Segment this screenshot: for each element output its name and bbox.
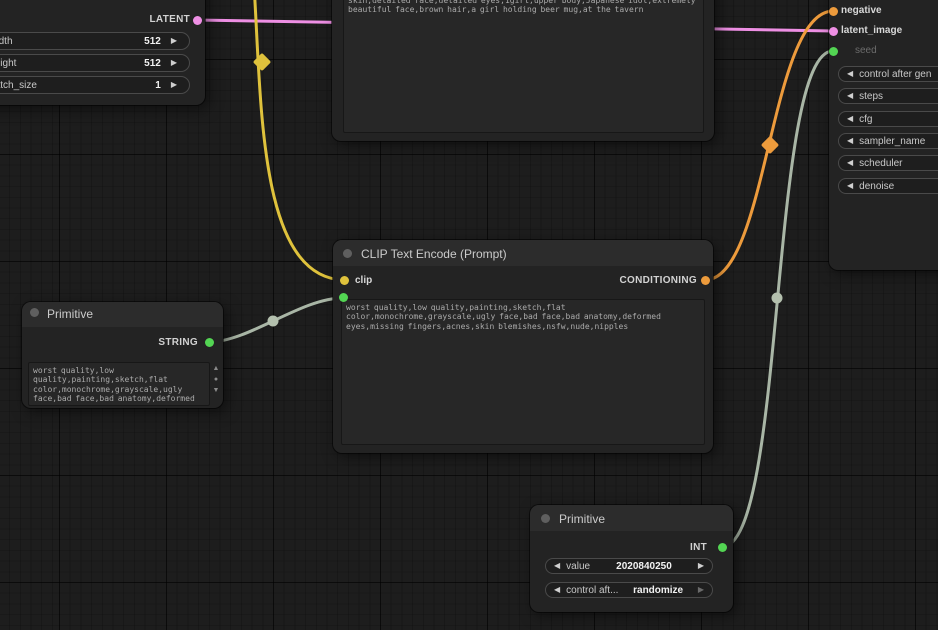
control-after-generate-widget[interactable]: ◀ control after gen [838, 66, 938, 82]
widget-label: denoise [859, 181, 894, 192]
widget-value: randomize [618, 585, 697, 596]
negative-input-dot[interactable] [829, 7, 838, 16]
latent-output-label: LATENT [150, 14, 191, 25]
prev-arrow-icon[interactable]: ◀ [554, 586, 560, 594]
denoise-widget[interactable]: ◀ denoise [838, 178, 938, 194]
negative-input-label: negative [841, 5, 882, 16]
textarea-scrollbar[interactable]: ▲ ● ▼ [211, 365, 221, 394]
prev-arrow-icon[interactable]: ◀ [847, 70, 853, 78]
collapse-dot-icon[interactable] [541, 514, 550, 523]
widget-value: 2020840250 [590, 561, 698, 572]
int-output-dot[interactable] [718, 543, 727, 552]
scroll-down-icon[interactable]: ▼ [213, 387, 220, 394]
node-graph-canvas[interactable]: LATENT ◀ width 512 ▶ ◀ height 512 ▶ ◀ ba… [0, 0, 938, 630]
int-output-label: INT [690, 542, 707, 553]
widget-label: control after gen [859, 69, 931, 80]
node-primitive-string[interactable]: Primitive STRING worst quality,low quali… [22, 302, 223, 408]
clip-input-label: clip [355, 275, 372, 286]
widget-label: control aft... [566, 585, 618, 596]
batch-size-widget[interactable]: ◀ batch_size 1 ▶ [0, 76, 190, 94]
text-input-dot[interactable] [339, 293, 348, 302]
widget-label: width [0, 36, 13, 47]
decrement-arrow-icon[interactable]: ◀ [847, 182, 853, 190]
string-output-dot[interactable] [205, 338, 214, 347]
widget-label: scheduler [859, 158, 902, 169]
seed-input-label: seed [855, 45, 877, 56]
scroll-up-icon[interactable]: ▲ [213, 365, 220, 372]
conditioning-output-dot[interactable] [701, 276, 710, 285]
scroll-thumb-icon[interactable]: ● [214, 376, 218, 383]
sampler-name-widget[interactable]: ◀ sampler_name [838, 133, 938, 149]
decrement-arrow-icon[interactable]: ◀ [554, 562, 560, 570]
string-value-textarea[interactable]: worst quality,low quality,painting,sketc… [28, 362, 210, 406]
steps-widget[interactable]: ◀ steps [838, 88, 938, 104]
widget-label: cfg [859, 114, 872, 125]
increment-arrow-icon[interactable]: ▶ [171, 59, 177, 67]
control-after-generate-widget[interactable]: ◀ control aft... randomize ▶ [545, 582, 713, 598]
widget-label: value [566, 561, 590, 572]
collapse-dot-icon[interactable] [30, 308, 39, 317]
node-empty-latent-image[interactable]: LATENT ◀ width 512 ▶ ◀ height 512 ▶ ◀ ba… [0, 0, 205, 105]
decrement-arrow-icon[interactable]: ◀ [847, 92, 853, 100]
increment-arrow-icon[interactable]: ▶ [171, 37, 177, 45]
decrement-arrow-icon[interactable]: ◀ [847, 115, 853, 123]
link-clip-to-clip-input [253, 0, 344, 280]
widget-label: batch_size [0, 80, 37, 91]
cfg-widget[interactable]: ◀ cfg [838, 111, 938, 127]
node-positive-prompt[interactable]: skin,detailed face,detailed eyes,1girl,u… [332, 0, 714, 141]
node-clip-text-encode[interactable]: CLIP Text Encode (Prompt) clip CONDITION… [333, 240, 713, 453]
collapse-dot-icon[interactable] [343, 249, 352, 258]
prev-arrow-icon[interactable]: ◀ [847, 137, 853, 145]
scheduler-widget[interactable]: ◀ scheduler [838, 155, 938, 171]
widget-label: height [0, 58, 16, 69]
widget-value: 512 [16, 58, 160, 69]
node-primitive-int[interactable]: Primitive INT ◀ value 2020840250 ▶ ◀ con… [530, 505, 733, 612]
seed-input-dot[interactable] [829, 47, 838, 56]
value-widget[interactable]: ◀ value 2020840250 ▶ [545, 558, 713, 574]
string-output-label: STRING [158, 337, 198, 348]
conditioning-output-label: CONDITIONING [620, 275, 698, 286]
increment-arrow-icon[interactable]: ▶ [698, 562, 704, 570]
clip-input-dot[interactable] [340, 276, 349, 285]
negative-prompt-textarea[interactable]: worst quality,low quality,painting,sketc… [341, 299, 705, 445]
node-ksampler[interactable]: negative latent_image seed ◀ control aft… [829, 0, 938, 270]
next-arrow-icon[interactable]: ▶ [698, 586, 704, 594]
widget-value: 512 [13, 36, 161, 47]
widget-label: steps [859, 91, 883, 102]
prev-arrow-icon[interactable]: ◀ [847, 159, 853, 167]
widget-value: 1 [37, 80, 161, 91]
node-title: Primitive [559, 512, 605, 526]
width-widget[interactable]: ◀ width 512 ▶ [0, 32, 190, 50]
increment-arrow-icon[interactable]: ▶ [171, 81, 177, 89]
widget-label: sampler_name [859, 136, 925, 147]
link-midpoint-dot-string [268, 316, 279, 327]
link-midpoint-dot-seed [772, 293, 783, 304]
link-midpoint-diamond-conditioning [761, 136, 779, 154]
latent-image-input-label: latent_image [841, 25, 902, 36]
link-midpoint-diamond-clip [253, 53, 271, 71]
positive-prompt-textarea[interactable]: skin,detailed face,detailed eyes,1girl,u… [343, 0, 704, 133]
height-widget[interactable]: ◀ height 512 ▶ [0, 54, 190, 72]
node-title: Primitive [47, 307, 93, 321]
latent-output-dot[interactable] [193, 16, 202, 25]
latent-image-input-dot[interactable] [829, 27, 838, 36]
node-title: CLIP Text Encode (Prompt) [361, 247, 507, 261]
